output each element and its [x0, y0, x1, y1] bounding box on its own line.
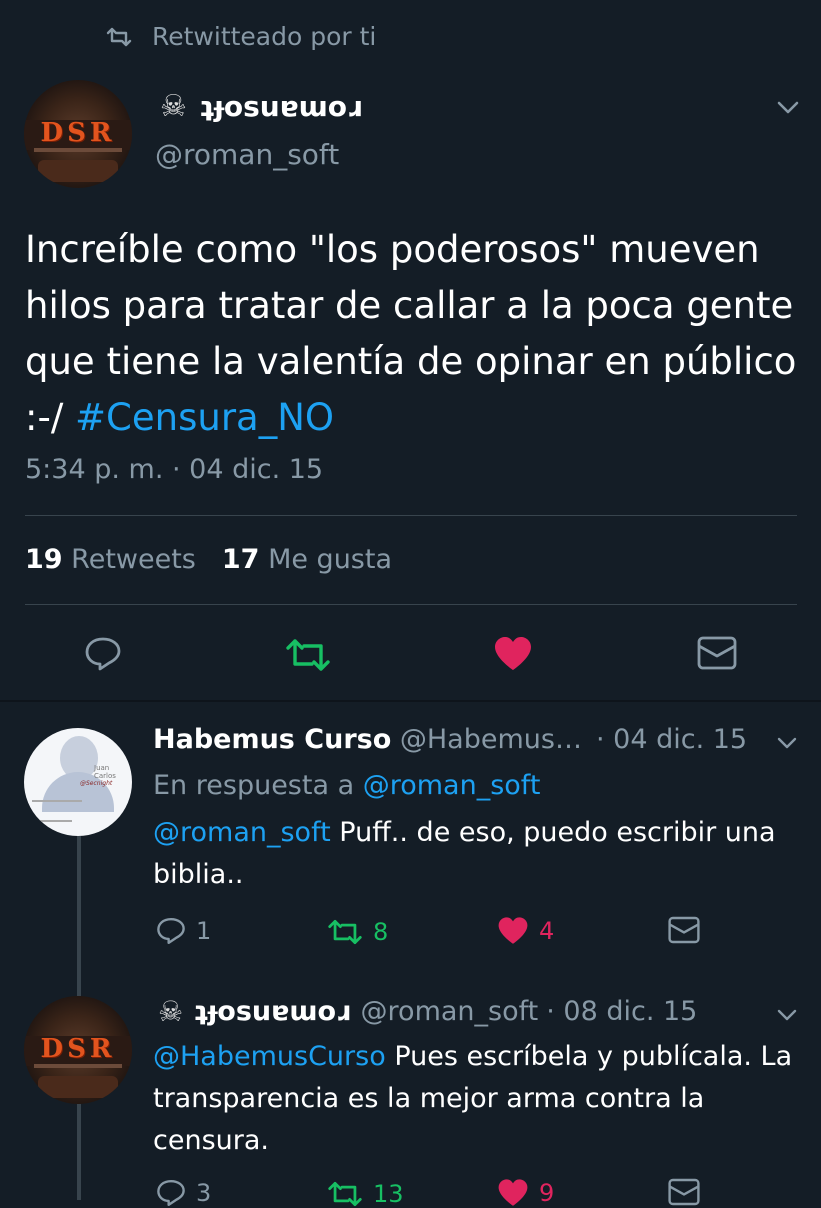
reply-icon [157, 1179, 185, 1207]
retweets-count: 19 [25, 544, 63, 575]
in-reply-to: En respuesta a @roman_soft [153, 770, 540, 801]
mention-link[interactable]: @HabemusCurso [153, 1041, 386, 1072]
avatar-text: Juan Carlos [94, 764, 116, 780]
display-name[interactable]: ʇɟosuɐɯoɹ [195, 996, 350, 1027]
reply-count: 1 [196, 917, 212, 945]
retweet-small-icon [106, 27, 132, 46]
skull-crossbones-icon: ☠ [160, 88, 187, 124]
in-reply-handle[interactable]: @roman_soft [363, 770, 541, 801]
retweet-header-label: Retwitteado por ti [152, 22, 377, 51]
reply-icon[interactable] [84, 636, 122, 672]
thread-line [77, 836, 81, 996]
mail-icon[interactable] [668, 1178, 700, 1206]
chevron-down-icon[interactable] [776, 1008, 798, 1022]
divider [25, 515, 797, 516]
display-name[interactable]: ʇɟosuɐɯoɹ [201, 90, 362, 123]
like-icon [498, 1179, 528, 1206]
retweet-count: 8 [373, 918, 389, 946]
tweet-text: Increíble como "los poderosos" mueven hi… [25, 222, 815, 446]
retweet-action[interactable]: 8 [327, 918, 388, 946]
handle[interactable]: @roman_soft [361, 996, 539, 1027]
thread-line [77, 1104, 81, 1200]
like-count: 4 [539, 917, 555, 945]
handle[interactable]: @roman_soft [155, 138, 339, 171]
mail-icon[interactable] [697, 636, 737, 670]
like-action[interactable]: 4 [497, 916, 554, 946]
retweets-stat[interactable]: 19 Retweets [25, 544, 196, 575]
like-icon [498, 917, 528, 944]
skull-crossbones-icon: ☠ [158, 994, 184, 1028]
reply-icon [157, 917, 185, 945]
reply-text: @roman_soft Puff.. de eso, puedo escribi… [153, 812, 793, 896]
avatar[interactable]: Juan Carlos @Secnight [24, 728, 132, 836]
retweet-icon [328, 1181, 362, 1207]
reply-date: · 08 dic. 15 [546, 996, 698, 1027]
chevron-down-icon[interactable] [776, 100, 800, 116]
avatar[interactable]: DSR [24, 996, 132, 1104]
mail-icon[interactable] [668, 916, 700, 944]
retweets-label: Retweets [71, 544, 196, 575]
reply-header: ☠ ʇɟosuɐɯoɹ @roman_soft · 08 dic. 15 [158, 996, 697, 1027]
mention-link[interactable]: @roman_soft [153, 817, 331, 848]
timestamp: 5:34 p. m. · 04 dic. 15 [25, 454, 324, 485]
retweet-icon [328, 919, 362, 945]
likes-stat[interactable]: 17 Me gusta [222, 544, 392, 575]
avatar-logo: DSR [40, 118, 116, 148]
retweet-header: Retwitteado por ti [106, 22, 376, 51]
display-name[interactable]: Habemus Curso [153, 724, 391, 755]
like-action[interactable]: 9 [497, 1178, 554, 1208]
stats-row: 19 Retweets 17 Me gusta [25, 544, 392, 575]
reply-action[interactable]: 3 [156, 1178, 211, 1208]
avatar[interactable]: DSR [24, 80, 132, 188]
divider [25, 604, 797, 605]
like-count: 9 [539, 1179, 555, 1207]
retweet-action[interactable]: 13 [327, 1180, 404, 1208]
likes-label: Me gusta [268, 544, 393, 575]
section-divider [0, 700, 821, 702]
hashtag-link[interactable]: #Censura_NO [75, 396, 334, 439]
chevron-down-icon[interactable] [776, 736, 798, 750]
author-row: ☠ ʇɟosuɐɯoɹ [160, 90, 362, 123]
handle[interactable]: @Habemus… [400, 724, 582, 755]
reply-date: · 04 dic. 15 [596, 724, 748, 755]
reply-header: Habemus Curso @Habemus… [153, 724, 582, 755]
retweet-count: 13 [373, 1180, 404, 1208]
like-icon[interactable] [493, 636, 533, 672]
avatar-logo: DSR [40, 1034, 116, 1064]
reply-action[interactable]: 1 [156, 916, 211, 946]
in-reply-prefix: En respuesta a [153, 770, 355, 801]
reply-count: 3 [196, 1179, 212, 1207]
reply-text: @HabemusCurso Pues escríbela y publícala… [153, 1036, 803, 1162]
avatar-text: @Secnight [80, 780, 113, 787]
likes-count: 17 [221, 544, 260, 575]
retweet-icon[interactable] [285, 638, 331, 672]
